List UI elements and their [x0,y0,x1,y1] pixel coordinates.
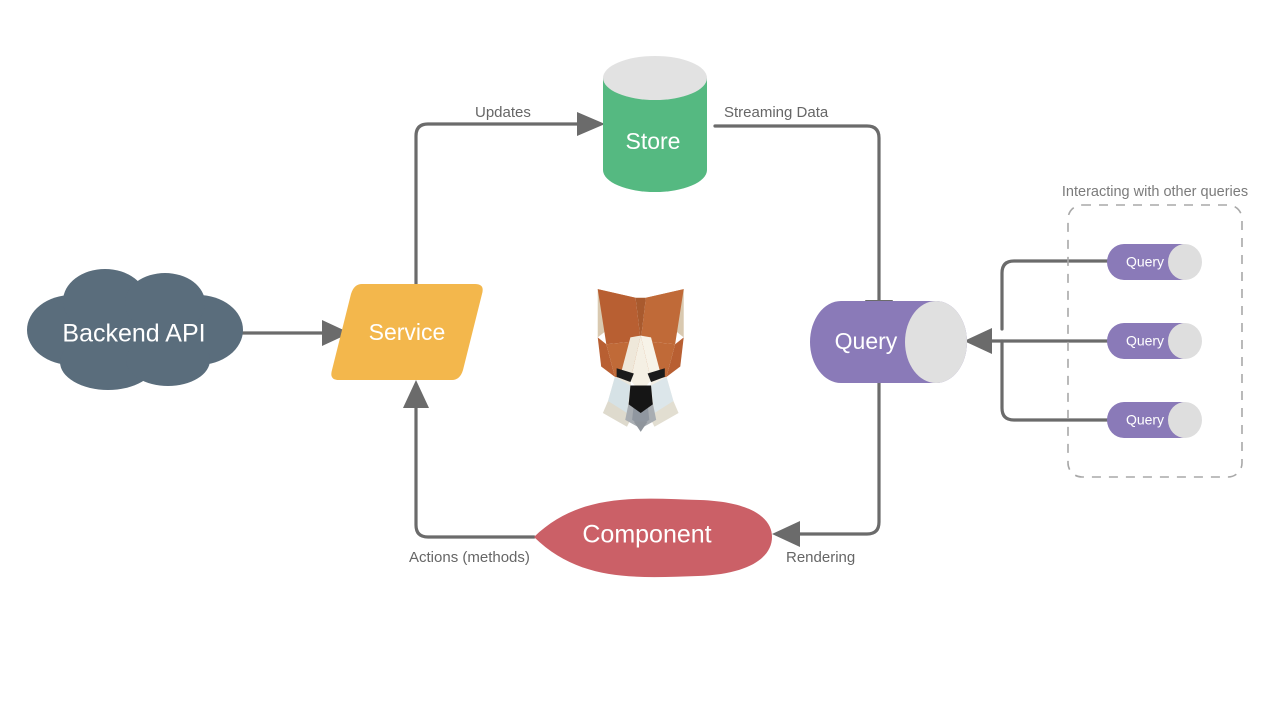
arrowhead-subqueries [964,328,992,354]
arrowhead-actions [403,380,429,408]
node-subquery-1[interactable]: Query [1107,244,1202,280]
node-component[interactable]: Component [534,498,772,578]
edge-subqueries-to-query [964,259,1110,422]
node-service[interactable]: Service [331,284,483,380]
node-query[interactable]: Query [810,301,967,383]
arrowhead-updates [577,112,605,136]
edge-label-updates: Updates [475,104,531,121]
edge-query-to-component [772,381,881,547]
edge-label-streaming-data: Streaming Data [724,104,829,121]
edge-label-rendering: Rendering [786,549,855,566]
edge-component-to-service [403,380,536,539]
node-subquery-3[interactable]: Query [1107,402,1202,438]
diagram-canvas: Updates Streaming Data Rendering Actions… [0,0,1280,720]
subquery-2-label: Query [1126,333,1164,349]
edge-store-to-query [713,124,893,330]
query-end-cap [905,301,967,383]
subquery-1-end-cap [1168,244,1202,280]
subquery-3-end-cap [1168,402,1202,438]
service-label: Service [369,319,446,345]
edge-line-actions [414,406,536,539]
akita-logo [597,289,684,432]
store-top-cap [603,56,707,100]
node-subquery-2[interactable]: Query [1107,323,1202,359]
edge-line-subquery-1 [1000,259,1110,331]
store-label: Store [626,128,681,154]
edge-line-streaming-data [713,124,881,302]
component-label: Component [582,521,711,549]
edge-label-actions: Actions (methods) [409,549,530,566]
edge-line-updates [414,122,580,294]
edge-line-rendering [798,381,881,536]
subquery-3-label: Query [1126,412,1164,428]
subquery-1-label: Query [1126,254,1164,270]
edge-line-subquery-3 [1000,339,1110,422]
query-label: Query [835,328,898,354]
subquery-2-end-cap [1168,323,1202,359]
backend-api-label: Backend API [62,320,205,348]
diagram-svg: Updates Streaming Data Rendering Actions… [27,56,1248,578]
node-backend-api[interactable]: Backend API [27,269,243,390]
node-store[interactable]: Store [603,56,707,192]
edge-service-to-store [414,112,605,294]
subqueries-group-label: Interacting with other queries [1062,184,1248,200]
arrowhead-rendering [772,521,800,547]
